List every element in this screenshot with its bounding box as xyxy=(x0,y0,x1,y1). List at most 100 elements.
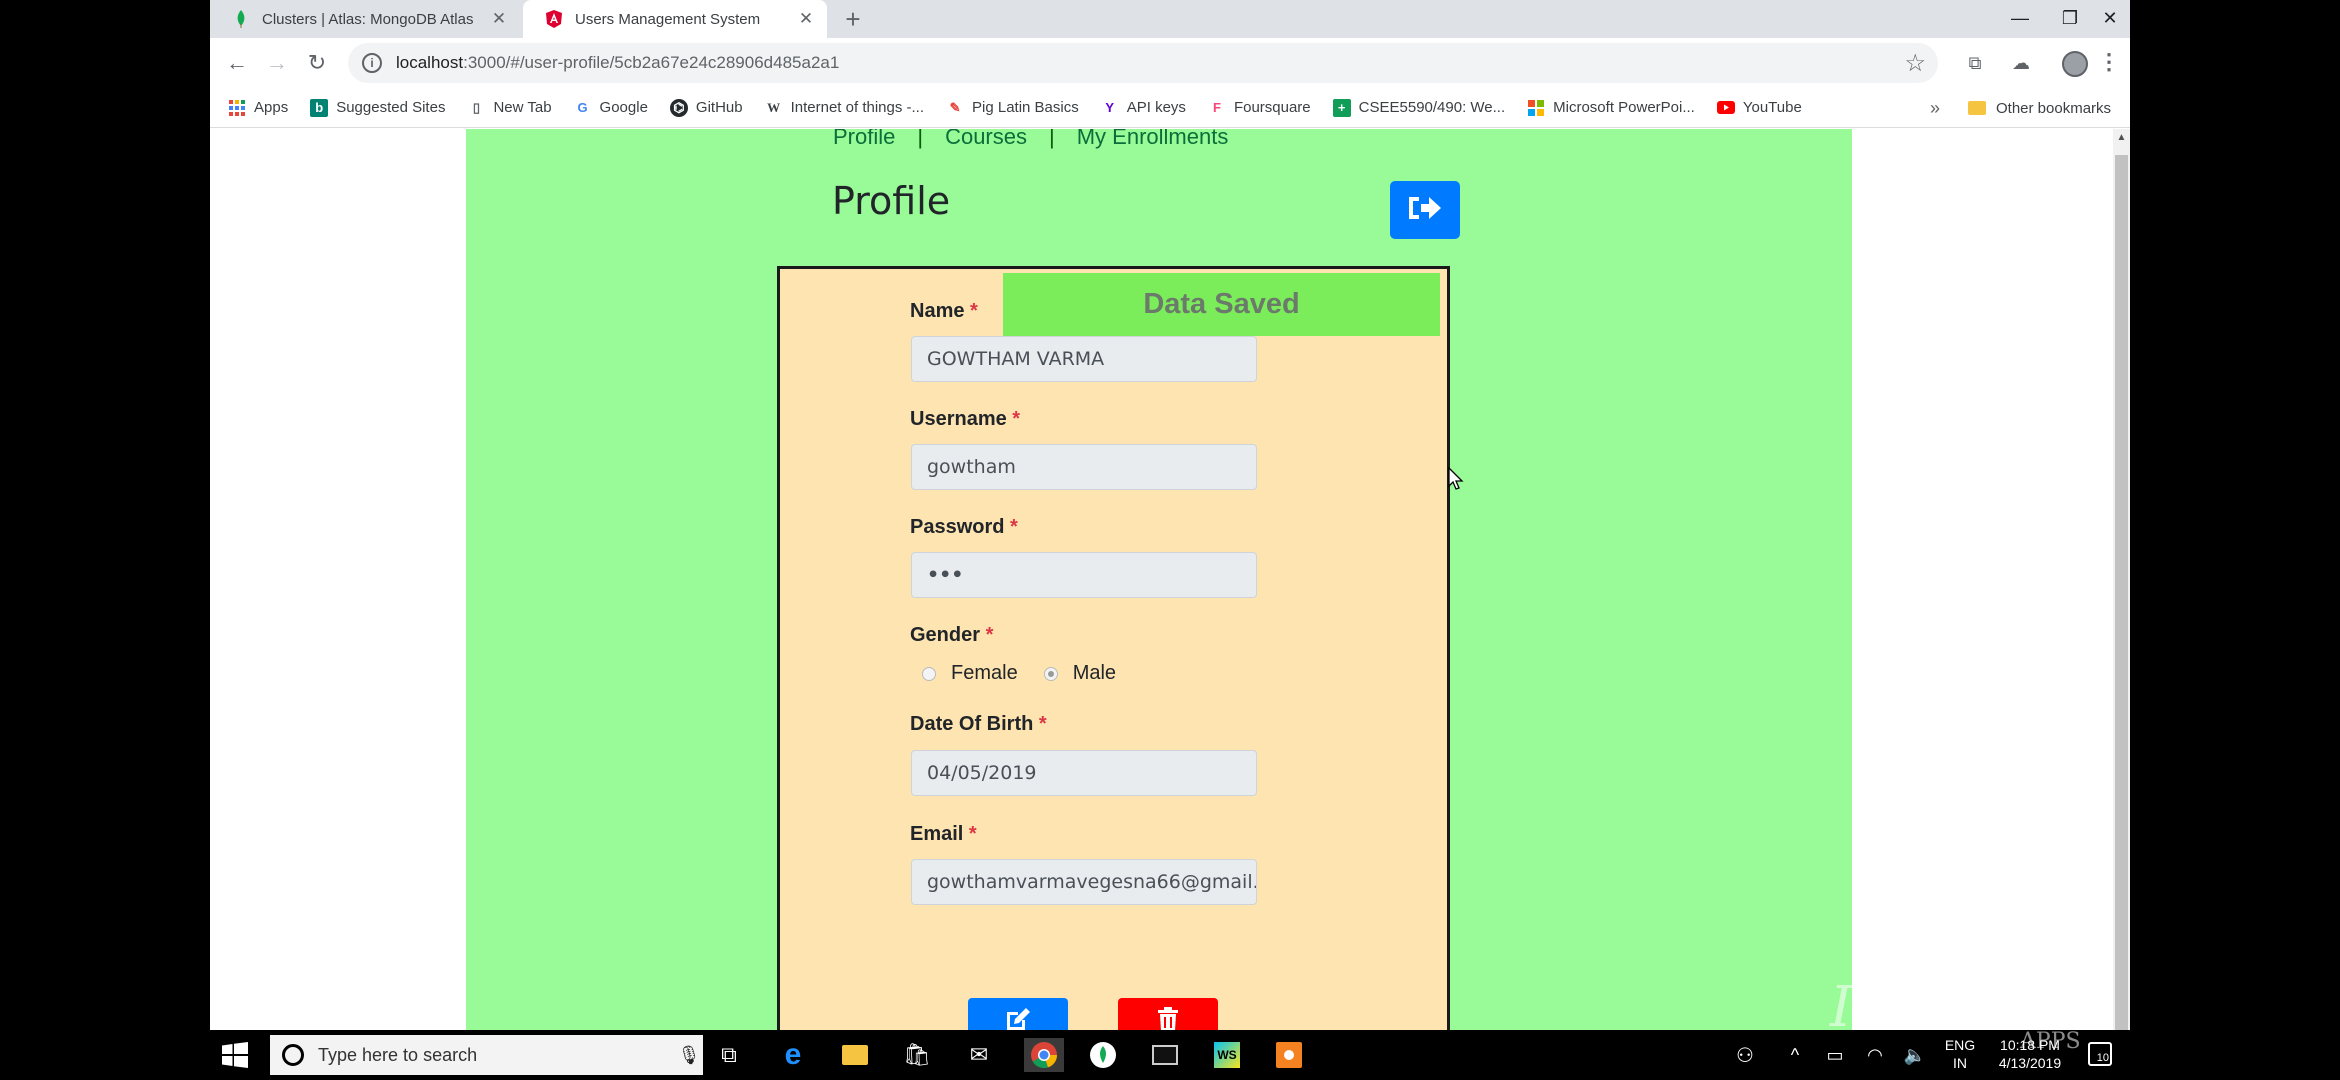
bookmark-internet-of-things[interactable]: W Internet of things -... xyxy=(765,99,924,117)
browser-toolbar: ← → ↻ i localhost:3000/#/user-profile/5c… xyxy=(210,38,2130,88)
name-input[interactable]: GOWTHAM VARMA xyxy=(911,336,1257,382)
edit-button[interactable] xyxy=(968,998,1068,1030)
bookmarks-overflow-icon[interactable]: » xyxy=(1930,88,1940,128)
mongodb-compass-icon[interactable] xyxy=(1086,1038,1120,1072)
bookmark-label: API keys xyxy=(1126,99,1186,116)
tab-users-management[interactable]: Users Management System ✕ xyxy=(523,0,827,38)
cloud-extension-icon[interactable]: ☁ xyxy=(2008,50,2034,76)
forward-arrow-icon[interactable]: → xyxy=(262,48,292,78)
bookmark-google[interactable]: G Google xyxy=(574,99,647,117)
scroll-up-icon[interactable]: ▲ xyxy=(2113,129,2130,146)
bing-icon: b xyxy=(310,98,329,117)
pen-icon: ✎ xyxy=(949,99,961,115)
tab-mongodb-atlas[interactable]: Clusters | Atlas: MongoDB Atlas ✕ xyxy=(210,0,520,38)
windows-start-icon[interactable] xyxy=(222,1042,248,1068)
bookmark-label: New Tab xyxy=(493,99,552,116)
file-explorer-icon[interactable] xyxy=(838,1038,872,1072)
username-input[interactable]: gowtham xyxy=(911,444,1257,490)
bookmark-label: CSEE5590/490: We... xyxy=(1358,99,1506,116)
browser-window: Clusters | Atlas: MongoDB Atlas ✕ Users … xyxy=(210,0,2130,1030)
bookmark-youtube[interactable]: YouTube xyxy=(1716,99,1802,117)
notification-center-icon[interactable]: 10 xyxy=(2088,1042,2112,1066)
bookmark-apps[interactable]: Apps xyxy=(228,99,288,117)
microsoft-icon xyxy=(1527,99,1545,117)
page-icon: ▯ xyxy=(472,99,481,115)
nav-courses-link[interactable]: Courses xyxy=(945,129,1027,150)
taskbar-search-box[interactable]: Type here to search 🎙 xyxy=(270,1035,703,1075)
reload-icon[interactable]: ↻ xyxy=(302,48,332,78)
screen: Clusters | Atlas: MongoDB Atlas ✕ Users … xyxy=(0,0,2340,1080)
bookmark-foursquare[interactable]: F Foursquare xyxy=(1208,99,1311,117)
yahoo-icon: Y xyxy=(1105,100,1115,115)
nav-profile-link[interactable]: Profile xyxy=(833,129,895,150)
search-placeholder: Type here to search xyxy=(318,1044,478,1065)
bookmark-label: Microsoft PowerPoi... xyxy=(1553,99,1695,116)
extension-icon[interactable]: ⧉ xyxy=(1962,50,1988,76)
bookmark-github[interactable]: ⌬ GitHub xyxy=(669,98,743,117)
email-label: Email * xyxy=(910,823,977,845)
address-bar[interactable]: i localhost:3000/#/user-profile/5cb2a67e… xyxy=(348,43,1938,83)
bookmark-label: GitHub xyxy=(695,99,743,116)
people-icon[interactable]: ⚇ xyxy=(1728,1038,1762,1072)
delete-button[interactable] xyxy=(1118,998,1218,1030)
bookmark-label: YouTube xyxy=(1742,99,1802,116)
webstorm-icon[interactable]: WS xyxy=(1210,1038,1244,1072)
new-tab-icon[interactable]: + xyxy=(838,4,868,34)
menu-kebab-icon[interactable]: ⋮ xyxy=(2098,48,2120,78)
microphone-icon[interactable]: 🎙 xyxy=(675,1045,703,1066)
other-bookmarks[interactable]: Other bookmarks xyxy=(1968,88,2111,128)
bookmark-api-keys[interactable]: Y API keys xyxy=(1101,99,1186,117)
tab-close-icon[interactable]: ✕ xyxy=(793,9,819,29)
page-scrollbar[interactable]: ▲ xyxy=(2113,129,2130,1030)
nav-enrollments-link[interactable]: My Enrollments xyxy=(1077,129,1229,150)
name-label: Name * xyxy=(910,300,978,322)
page-viewport: Profile | Courses | My Enrollments Profi… xyxy=(210,129,2130,1030)
gender-male-radio[interactable] xyxy=(1043,666,1058,681)
github-icon: ⌬ xyxy=(669,98,688,117)
gender-female-label: Female xyxy=(951,662,1018,684)
chrome-icon[interactable] xyxy=(1024,1038,1064,1072)
password-input[interactable]: ••• xyxy=(911,552,1257,598)
battery-icon[interactable]: ▭ xyxy=(1818,1038,1852,1072)
scrollbar-thumb[interactable] xyxy=(2115,155,2128,1030)
tab-strip: Clusters | Atlas: MongoDB Atlas ✕ Users … xyxy=(210,0,2130,38)
bookmark-new-tab[interactable]: ▯ New Tab xyxy=(467,99,552,117)
sign-out-icon xyxy=(1407,193,1443,228)
close-window-icon[interactable]: ✕ xyxy=(2090,0,2130,38)
dob-label: Date Of Birth * xyxy=(910,713,1047,735)
terminal-icon[interactable] xyxy=(1148,1038,1182,1072)
tray-chevron-icon[interactable]: ^ xyxy=(1778,1038,1812,1072)
dob-input[interactable]: 04/05/2019 xyxy=(911,750,1257,796)
gender-female-radio[interactable] xyxy=(922,666,936,681)
wifi-icon[interactable]: ◠ xyxy=(1858,1038,1892,1072)
bookmark-label: Foursquare xyxy=(1233,99,1311,116)
language-indicator[interactable]: ENG IN xyxy=(1940,1036,1980,1072)
email-input[interactable]: gowthamvarmavegesna66@gmail.c xyxy=(911,859,1257,905)
wikipedia-icon: W xyxy=(767,99,781,115)
edge-icon[interactable]: e xyxy=(776,1038,810,1072)
tab-title: Users Management System xyxy=(575,10,761,28)
top-nav: Profile | Courses | My Enrollments xyxy=(833,129,1228,150)
bookmark-pig-latin[interactable]: ✎ Pig Latin Basics xyxy=(946,99,1079,117)
profile-avatar[interactable] xyxy=(2062,51,2088,77)
recorder-icon[interactable] xyxy=(1272,1038,1306,1072)
google-icon: G xyxy=(577,100,588,115)
bookmark-label: Internet of things -... xyxy=(790,99,925,116)
logout-button[interactable] xyxy=(1390,181,1460,239)
mail-icon[interactable]: ✉ xyxy=(962,1038,996,1072)
back-arrow-icon[interactable]: ← xyxy=(222,48,252,78)
youtube-icon xyxy=(1716,99,1735,117)
bookmark-star-icon[interactable]: ☆ xyxy=(1904,49,1926,78)
mouse-pointer-icon xyxy=(1448,466,1464,496)
bookmark-csee5590[interactable]: + CSEE5590/490: We... xyxy=(1332,98,1506,117)
bookmark-powerpoint[interactable]: Microsoft PowerPoi... xyxy=(1527,99,1695,117)
mongodb-leaf-icon xyxy=(232,10,250,28)
store-icon[interactable]: 🛍 xyxy=(900,1038,934,1072)
bookmark-label: Pig Latin Basics xyxy=(972,99,1079,116)
foursquare-icon: F xyxy=(1212,100,1221,115)
bookmark-suggested-sites[interactable]: b Suggested Sites xyxy=(310,98,445,117)
tab-close-icon[interactable]: ✕ xyxy=(486,9,512,29)
info-icon[interactable]: i xyxy=(362,53,382,73)
task-view-icon[interactable]: ⧉ xyxy=(712,1038,746,1072)
volume-icon[interactable]: 🔈 xyxy=(1898,1038,1932,1072)
